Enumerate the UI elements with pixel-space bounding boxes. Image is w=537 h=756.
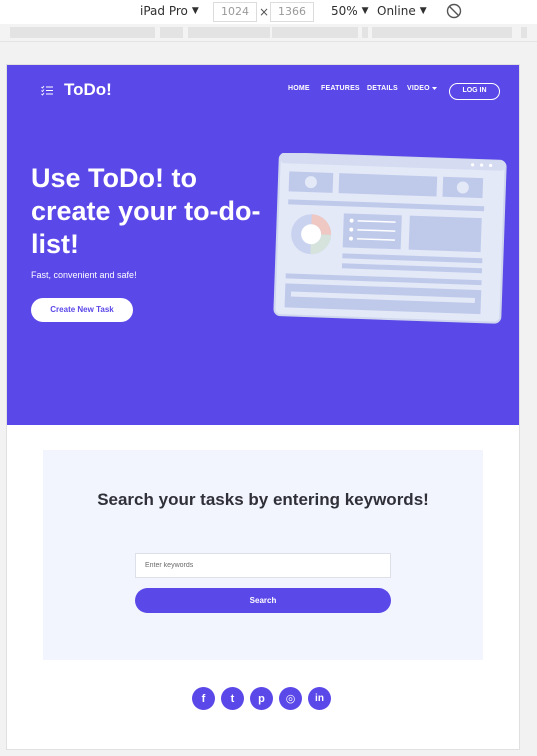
login-button[interactable]: LOG IN [449,83,500,100]
width-input[interactable]: 1024 [213,2,257,22]
devtools-toolbar: iPad Pro ▼ 1024 × 1366 50% ▼ Online ▼ [0,0,537,24]
dimension-separator: × [259,5,270,19]
media-query-segment[interactable] [362,27,368,38]
hero-title: Use ToDo! to create your to-do-list! [31,163,261,259]
media-query-segment[interactable] [160,27,183,38]
search-title: Search your tasks by entering keywords! [43,489,483,510]
media-query-segment[interactable] [372,27,512,38]
device-select[interactable]: iPad Pro ▼ [140,4,199,18]
facebook-icon[interactable]: f [192,687,215,710]
network-select-label: Online [377,4,416,18]
nav-home[interactable]: HOME [288,85,310,92]
chevron-down-icon: ▼ [191,6,199,16]
checklist-icon [41,85,53,96]
linkedin-icon[interactable]: in [308,687,331,710]
hero-wave [7,345,519,415]
dashboard-illustration [273,153,507,324]
social-links: f t p ◎ in [192,687,331,710]
height-input[interactable]: 1366 [270,2,314,22]
nav-video-label: VIDEO [407,85,430,92]
device-viewport: ToDo! HOME FEATURES DETAILS VIDEO LOG IN… [7,65,519,749]
hero-subtitle: Fast, convenient and safe! [31,270,137,280]
media-query-segment[interactable] [272,27,358,38]
search-card: Search your tasks by entering keywords! … [43,450,483,660]
create-task-button[interactable]: Create New Task [31,298,133,322]
media-query-segment[interactable] [10,27,155,38]
zoom-select[interactable]: 50% ▼ [331,4,369,18]
search-title-text: Search your tasks by entering keywords! [97,490,429,509]
media-query-segment[interactable] [521,27,527,38]
chevron-down-icon: ▼ [419,6,427,16]
logo[interactable]: ToDo! [41,80,112,100]
media-query-segment[interactable] [188,27,270,38]
nav-features[interactable]: FEATURES [321,85,360,92]
chevron-down-icon: ▼ [361,6,369,16]
media-query-bar[interactable] [0,24,537,42]
nav-video[interactable]: VIDEO [407,85,437,92]
caret-down-icon [431,86,437,90]
network-select[interactable]: Online ▼ [377,4,427,18]
pinterest-icon[interactable]: p [250,687,273,710]
device-select-label: iPad Pro [140,4,188,18]
nav-details[interactable]: DETAILS [367,85,398,92]
twitter-icon[interactable]: t [221,687,244,710]
instagram-icon[interactable]: ◎ [279,687,302,710]
logo-text: ToDo! [64,80,112,99]
rotate-icon[interactable] [446,3,462,19]
search-input[interactable] [135,553,391,578]
search-button[interactable]: Search [135,588,391,613]
zoom-select-label: 50% [331,4,358,18]
